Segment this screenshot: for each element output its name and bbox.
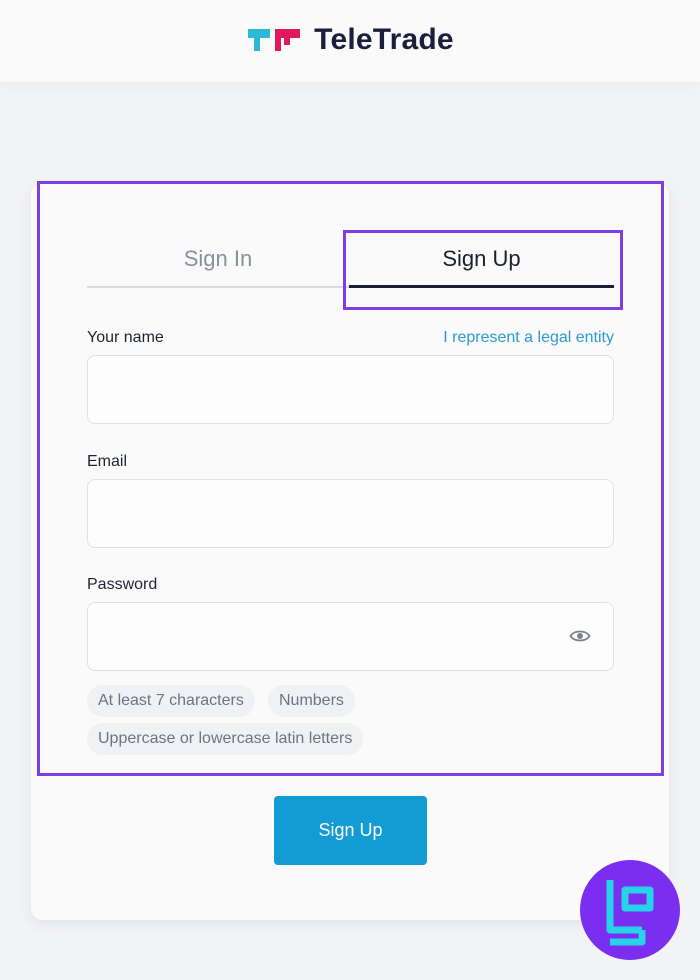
sign-up-button[interactable]: Sign Up [274,796,427,865]
eye-icon[interactable] [569,627,591,645]
header: TeleTrade [0,0,700,82]
tab-sign-in[interactable]: Sign In [87,232,349,288]
email-label: Email [87,453,128,470]
brand-logo[interactable]: TeleTrade [246,23,454,57]
legal-entity-link[interactable]: I represent a legal entity [443,329,614,347]
name-label: Your name [87,329,164,346]
password-hint-letters: Uppercase or lowercase latin letters [87,723,364,755]
auth-tabs: Sign In Sign Up [87,232,614,288]
password-hint-numbers: Numbers [268,685,355,717]
name-field[interactable] [87,355,614,424]
brand-name: TeleTrade [314,23,454,56]
teletrade-logo-icon [248,29,301,51]
watermark-badge [580,860,680,960]
tab-sign-up[interactable]: Sign Up [349,232,614,288]
signup-page: TeleTrade Sign In Sign Up Your name I re… [0,0,700,980]
watermark-logo-icon [606,880,654,946]
password-hint-length: At least 7 characters [87,685,255,717]
password-field[interactable] [87,602,614,671]
password-label: Password [87,576,158,593]
email-field[interactable] [87,479,614,548]
